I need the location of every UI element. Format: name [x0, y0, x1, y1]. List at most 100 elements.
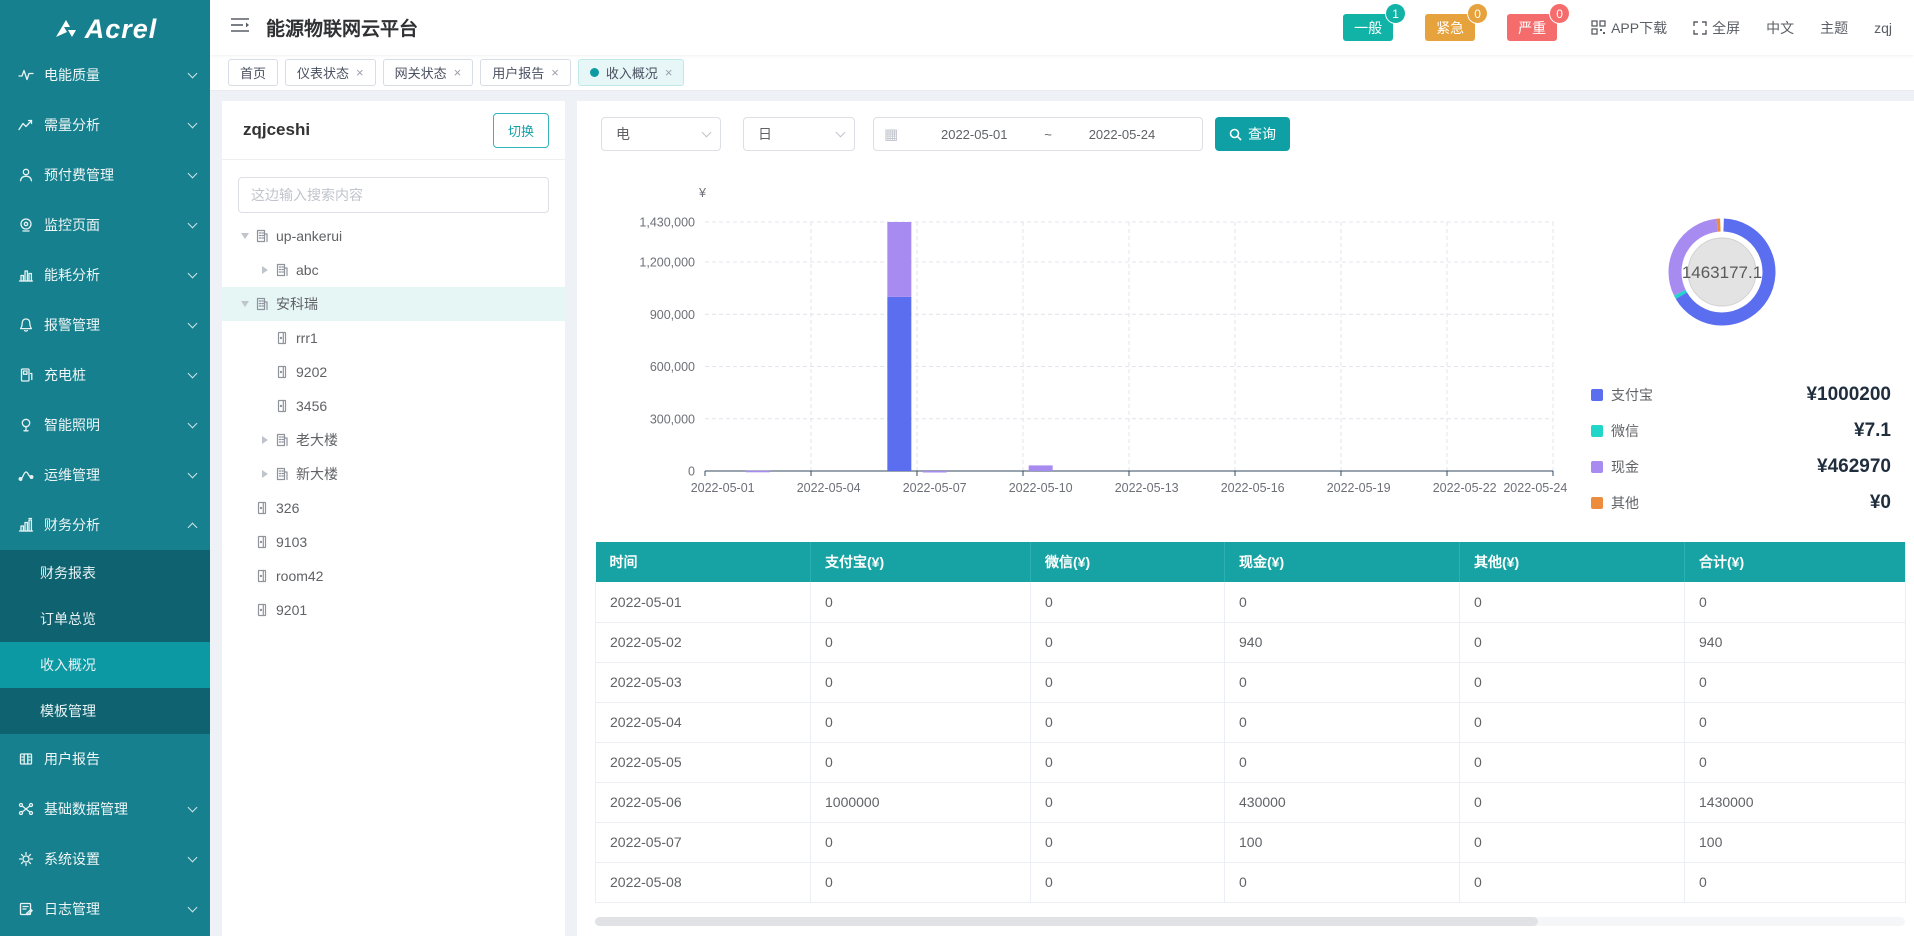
income-donut-chart: 1463177.1 — [1655, 205, 1789, 339]
tab-首页[interactable]: 首页 — [228, 59, 278, 86]
switch-button[interactable]: 切换 — [493, 113, 549, 148]
chevron-down-icon — [188, 902, 198, 912]
query-button[interactable]: 查询 — [1215, 117, 1290, 151]
tree-node-9201[interactable]: 9201 — [222, 593, 565, 627]
close-tab-icon[interactable]: × — [551, 65, 559, 80]
table-cell: 0 — [1031, 742, 1225, 782]
language-switcher[interactable]: 中文 — [1766, 18, 1794, 38]
sidebar-item-9[interactable]: 运维管理 — [0, 450, 210, 500]
sidebar-item-1[interactable]: 电能质量 — [0, 50, 210, 100]
collapse-arrow-icon[interactable] — [262, 436, 268, 444]
legend-item-支付宝[interactable]: 支付宝 ¥1000200 — [1591, 377, 1891, 413]
device-icon — [254, 534, 270, 550]
tree-node-3456[interactable]: 3456 — [222, 389, 565, 423]
tree-node-abc[interactable]: abc — [222, 253, 565, 287]
close-tab-icon[interactable]: × — [356, 65, 364, 80]
expand-arrow-icon[interactable] — [241, 233, 249, 239]
sidebar-item-13[interactable]: 系统设置 — [0, 834, 210, 884]
table-cell: 2022-05-02 — [596, 622, 811, 662]
sidebar-item-label: 监控页面 — [44, 215, 189, 235]
legend-value: ¥462970 — [1817, 456, 1891, 478]
sidebar-item-10[interactable]: 财务分析 — [0, 500, 210, 550]
legend-item-微信[interactable]: 微信 ¥7.1 — [1591, 413, 1891, 449]
table-cell: 0 — [1225, 742, 1460, 782]
tree-node-326[interactable]: 326 — [222, 491, 565, 525]
tree-node-9202[interactable]: 9202 — [222, 355, 565, 389]
table-cell: 1430000 — [1685, 782, 1906, 822]
sidebar-item-4[interactable]: 监控页面 — [0, 200, 210, 250]
table-row[interactable]: 2022-05-0300000 — [596, 662, 1906, 702]
user-menu[interactable]: zqj — [1874, 20, 1892, 36]
app-download-link[interactable]: APP下载 — [1591, 18, 1667, 38]
table-row[interactable]: 2022-05-0400000 — [596, 702, 1906, 742]
tree-node-老大楼[interactable]: 老大楼 — [222, 423, 565, 457]
tree-node-9103[interactable]: 9103 — [222, 525, 565, 559]
table-cell: 0 — [811, 822, 1031, 862]
tab-label: 收入概况 — [606, 63, 658, 82]
sidebar-subitem-财务报表[interactable]: 财务报表 — [0, 550, 210, 596]
acrel-logo: Acrel — [0, 0, 210, 50]
date-end[interactable]: 2022-05-24 — [1052, 127, 1192, 142]
table-cell: 0 — [1460, 862, 1685, 902]
legend-item-现金[interactable]: 现金 ¥462970 — [1591, 449, 1891, 485]
legend-item-其他[interactable]: 其他 ¥0 — [1591, 485, 1891, 521]
table-cell: 2022-05-06 — [596, 782, 811, 822]
tree-node-新大楼[interactable]: 新大楼 — [222, 457, 565, 491]
tree-node-up-ankerui[interactable]: up-ankerui — [222, 219, 565, 253]
table-cell: 0 — [1685, 582, 1906, 622]
collapse-arrow-icon[interactable] — [262, 470, 268, 478]
tab-网关状态[interactable]: 网关状态× — [383, 59, 474, 86]
table-row[interactable]: 2022-05-0500000 — [596, 742, 1906, 782]
tree-search-input[interactable] — [238, 177, 549, 213]
sidebar-subitem-收入概况[interactable]: 收入概况 — [0, 642, 210, 688]
sidebar-subitem-模板管理[interactable]: 模板管理 — [0, 688, 210, 734]
table-cell: 0 — [1031, 822, 1225, 862]
tree-node-安科瑞[interactable]: 安科瑞 — [222, 287, 565, 321]
theme-switcher[interactable]: 主题 — [1820, 18, 1848, 38]
income-table: 时间支付宝(¥)微信(¥)现金(¥)其他(¥)合计(¥) 2022-05-010… — [595, 542, 1906, 903]
sidebar-item-5[interactable]: 能耗分析 — [0, 250, 210, 300]
alarm-pill-紧急[interactable]: 紧急 0 — [1425, 14, 1475, 41]
lamp-icon — [18, 417, 34, 433]
table-row[interactable]: 2022-05-061000000043000001430000 — [596, 782, 1906, 822]
table-row[interactable]: 2022-05-0100000 — [596, 582, 1906, 622]
sidebar-item-2[interactable]: 需量分析 — [0, 100, 210, 150]
tree-node-room42[interactable]: room42 — [222, 559, 565, 593]
tree-node-rrr1[interactable]: rrr1 — [222, 321, 565, 355]
table-vertical-scrollbar[interactable] — [1905, 542, 1914, 902]
close-tab-icon[interactable]: × — [454, 65, 462, 80]
date-start[interactable]: 2022-05-01 — [904, 127, 1044, 142]
table-cell: 0 — [1031, 862, 1225, 902]
energy-type-select[interactable]: 电 — [601, 117, 721, 151]
table-row[interactable]: 2022-05-07001000100 — [596, 822, 1906, 862]
alarm-pill-一般[interactable]: 一般 1 — [1343, 14, 1393, 41]
sidebar-item-3[interactable]: 预付费管理 — [0, 150, 210, 200]
tree-node-label: 9201 — [276, 602, 307, 618]
fullscreen-link[interactable]: 全屏 — [1693, 18, 1740, 38]
date-range-picker[interactable]: ▦ 2022-05-01 ~ 2022-05-24 — [873, 117, 1203, 151]
period-select[interactable]: 日 — [743, 117, 855, 151]
sidebar-item-12[interactable]: 基础数据管理 — [0, 784, 210, 834]
expand-arrow-icon[interactable] — [241, 301, 249, 307]
table-row[interactable]: 2022-05-02009400940 — [596, 622, 1906, 662]
sidebar-subitem-订单总览[interactable]: 订单总览 — [0, 596, 210, 642]
sidebar-item-6[interactable]: 报警管理 — [0, 300, 210, 350]
close-tab-icon[interactable]: × — [665, 65, 673, 80]
collapse-menu-icon[interactable] — [230, 17, 250, 38]
sidebar-item-8[interactable]: 智能照明 — [0, 400, 210, 450]
sidebar-item-14[interactable]: 日志管理 — [0, 884, 210, 934]
table-cell: 0 — [811, 702, 1031, 742]
tab-收入概况[interactable]: 收入概况 × — [578, 59, 685, 86]
table-row[interactable]: 2022-05-0800000 — [596, 862, 1906, 902]
sidebar-item-7[interactable]: 充电桩 — [0, 350, 210, 400]
table-horizontal-scrollbar[interactable] — [595, 917, 1905, 926]
sidebar-item-11[interactable]: 用户报告 — [0, 734, 210, 784]
device-icon — [274, 330, 290, 346]
tab-仪表状态[interactable]: 仪表状态× — [285, 59, 376, 86]
tree-node-label: 326 — [276, 500, 299, 516]
collapse-arrow-icon[interactable] — [262, 266, 268, 274]
alarm-pill-严重[interactable]: 严重 0 — [1507, 14, 1557, 41]
tree-node-label: room42 — [276, 568, 323, 584]
svg-text:2022-05-19: 2022-05-19 — [1327, 481, 1391, 495]
tab-用户报告[interactable]: 用户报告× — [480, 59, 571, 86]
